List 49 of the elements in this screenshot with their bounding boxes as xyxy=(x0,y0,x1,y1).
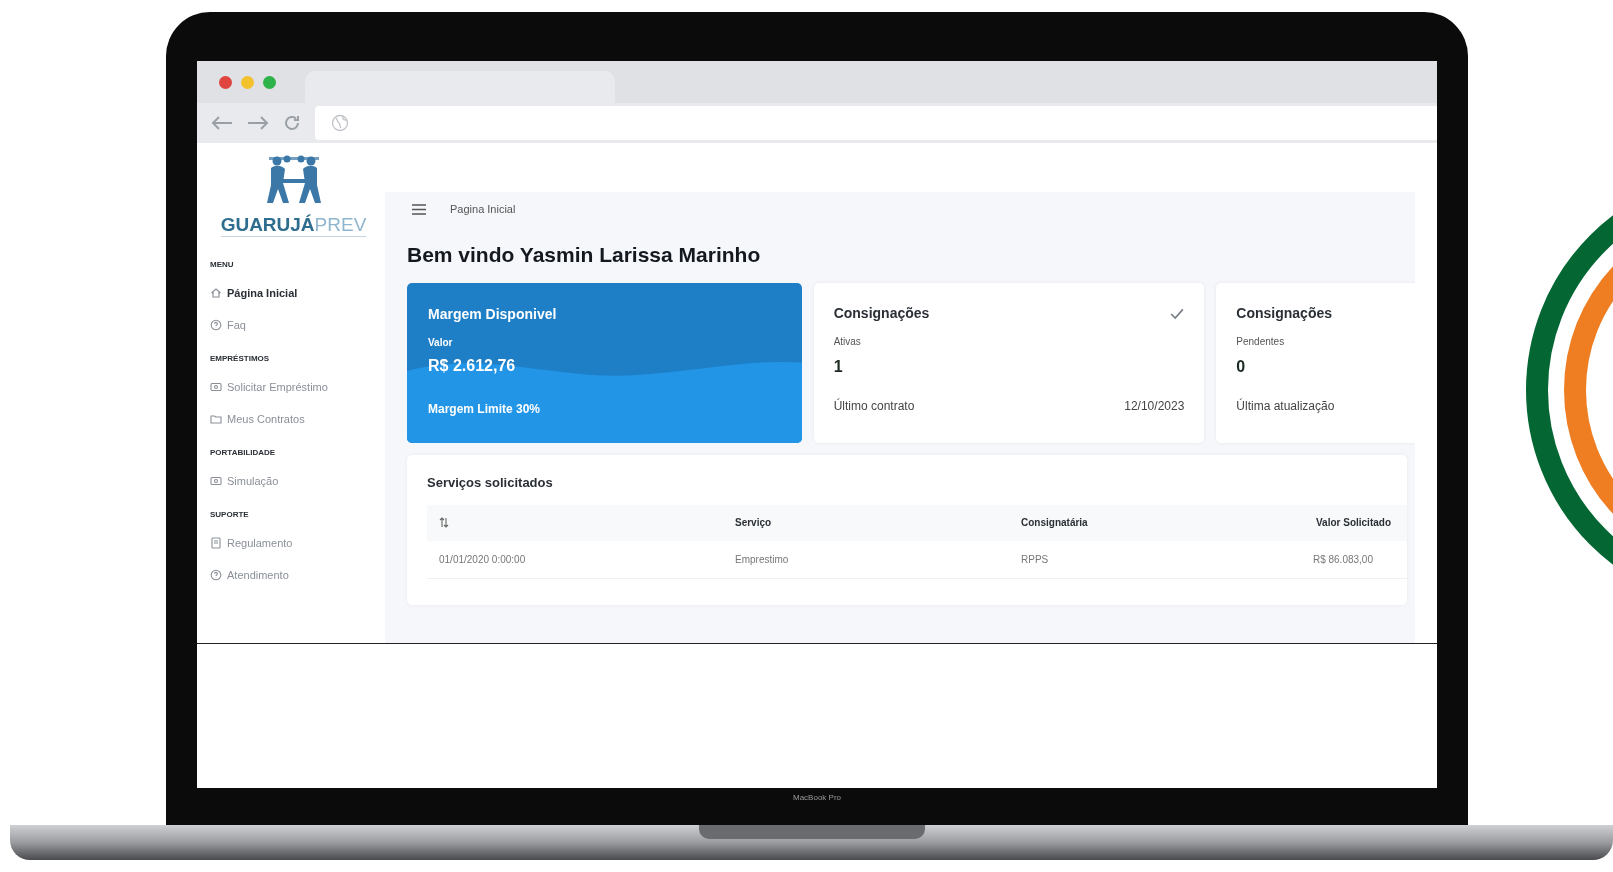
card-subtitle: Ativas xyxy=(833,335,862,349)
globe-icon xyxy=(331,114,349,132)
sidebar-item[interactable]: Solicitar Empréstimo xyxy=(210,371,377,403)
sort-icon[interactable] xyxy=(439,517,449,528)
table-cell-text: RPPS xyxy=(1021,552,1050,567)
card-title: Consignações xyxy=(833,304,930,323)
sidebar-item[interactable]: Faq xyxy=(210,309,377,341)
card-count: 0 xyxy=(1236,357,1247,377)
section-heading: EMPRÉSTIMOS xyxy=(210,353,271,365)
sidebar-item[interactable]: Atendimento xyxy=(210,559,377,591)
footer-label: Último contrato xyxy=(833,397,915,415)
book-icon xyxy=(210,537,222,549)
card-count: 1 xyxy=(833,357,844,377)
menu-icon[interactable] xyxy=(412,203,426,215)
sidebar-item[interactable]: Regulamento xyxy=(210,527,377,559)
card-title: Consignações xyxy=(1236,304,1333,323)
column-header[interactable]: Consignatária xyxy=(1021,515,1251,530)
table-cell-text: 01/01/2020 0:00:00 xyxy=(439,552,527,567)
footer-label: Última atualização xyxy=(1236,397,1335,415)
sidebar-item[interactable]: Meus Contratos xyxy=(210,403,377,435)
table-cell-text: Emprestimo xyxy=(735,552,790,567)
help-icon xyxy=(210,569,222,581)
device-label: MacBook Pro xyxy=(793,792,841,804)
section-heading: SUPORTE xyxy=(210,509,250,521)
reload-icon[interactable] xyxy=(283,114,301,132)
help-icon xyxy=(210,319,222,331)
welcome-title: Bem vindo Yasmin Larissa Marinho xyxy=(407,244,762,265)
margin-limit: Margem Limite 30% xyxy=(428,401,542,418)
card-icon xyxy=(210,381,222,393)
column-header[interactable]: Serviço xyxy=(735,515,1021,530)
folder-icon xyxy=(210,413,222,425)
services-title: Serviços solicitados xyxy=(427,474,554,492)
breadcrumb[interactable]: Pagina Inicial xyxy=(450,200,516,218)
card-subtitle: Pendentes xyxy=(1236,335,1286,349)
home-icon xyxy=(210,287,222,299)
sidebar-item[interactable]: Simulação xyxy=(210,465,377,497)
section-heading: PORTABILIDADE xyxy=(210,447,277,459)
value-label: Valor xyxy=(428,336,454,350)
card-icon xyxy=(210,475,222,487)
forward-arrow-icon[interactable] xyxy=(247,115,269,131)
column-header[interactable]: Valor Solicitado xyxy=(1251,515,1391,530)
back-arrow-icon[interactable] xyxy=(211,115,233,131)
card-title: Margem Disponivel xyxy=(428,305,558,324)
logo-wordmark: GUARUJÁPREV xyxy=(220,215,367,237)
margin-value: R$ 2.612,76 xyxy=(428,356,517,376)
table-cell-text: R$ 86.083,00 xyxy=(1311,552,1374,567)
sidebar-item[interactable]: Página Inicial xyxy=(210,277,377,309)
section-heading: MENU xyxy=(210,259,235,271)
footer-date: 12/10/2023 xyxy=(1124,398,1185,415)
